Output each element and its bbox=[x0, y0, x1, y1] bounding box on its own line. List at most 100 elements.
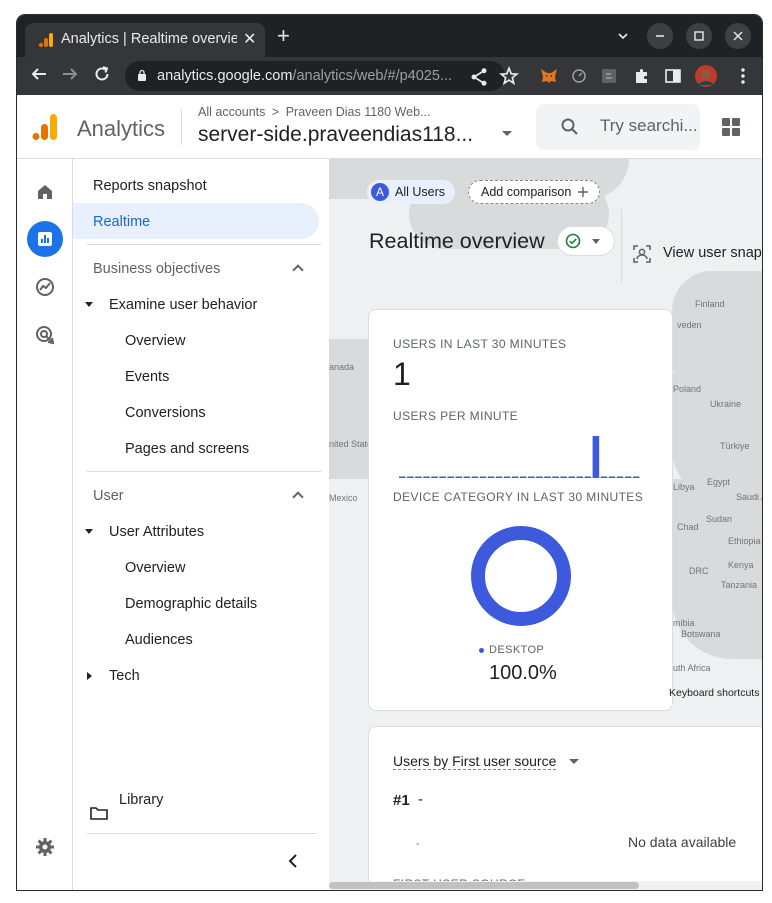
all-users-chip[interactable]: A All Users bbox=[367, 180, 456, 204]
minute-bar[interactable] bbox=[407, 476, 414, 479]
bookmark-star-icon[interactable] bbox=[499, 66, 519, 86]
horizontal-scrollbar[interactable] bbox=[329, 881, 762, 890]
explore-icon[interactable] bbox=[27, 269, 63, 305]
url-text: analytics.google.com/analytics/web/#/p40… bbox=[157, 68, 452, 84]
minute-bar[interactable] bbox=[423, 476, 430, 479]
profile-avatar[interactable] bbox=[694, 64, 718, 88]
minute-bar[interactable] bbox=[616, 476, 624, 479]
tab-search-icon[interactable] bbox=[610, 23, 636, 49]
chevron-up-icon[interactable] bbox=[292, 491, 304, 503]
desktop-donut-segment[interactable] bbox=[471, 526, 571, 626]
dimension-dropdown-icon[interactable] bbox=[569, 759, 579, 764]
maximize-icon[interactable] bbox=[686, 23, 712, 49]
nav-realtime[interactable]: Realtime bbox=[93, 214, 150, 230]
section-business-objectives[interactable]: Business objectives bbox=[93, 261, 220, 277]
minute-bar[interactable] bbox=[568, 476, 575, 479]
nav-conversions[interactable]: Conversions bbox=[125, 405, 206, 421]
expand-triangle-icon[interactable] bbox=[85, 529, 93, 534]
minute-bar[interactable] bbox=[511, 476, 519, 479]
minute-bar[interactable] bbox=[608, 476, 616, 479]
apps-grid-icon[interactable] bbox=[722, 118, 740, 136]
tab-close-icon[interactable]: ✕ bbox=[243, 29, 256, 49]
analytics-logo-icon[interactable] bbox=[31, 113, 59, 141]
desktop-percent: 100.0% bbox=[489, 662, 557, 684]
minute-bar[interactable] bbox=[592, 436, 600, 478]
minute-bar[interactable] bbox=[495, 476, 503, 479]
minute-bar[interactable] bbox=[624, 476, 632, 479]
minute-bar[interactable] bbox=[600, 476, 608, 479]
property-dropdown-icon[interactable] bbox=[502, 131, 512, 136]
nav-tech[interactable]: Tech bbox=[109, 668, 140, 684]
reload-icon[interactable] bbox=[93, 65, 111, 83]
view-user-snapshot-button[interactable]: View user snap bbox=[621, 209, 762, 283]
close-window-icon[interactable] bbox=[725, 23, 751, 49]
reports-icon[interactable] bbox=[27, 221, 63, 257]
browser-tab[interactable]: Analytics | Realtime overview ✕ bbox=[25, 23, 265, 57]
minute-bar[interactable] bbox=[399, 476, 406, 479]
grid-cell bbox=[732, 128, 740, 136]
users-per-minute-chart[interactable] bbox=[399, 432, 641, 478]
search-input[interactable]: Try searchi... bbox=[536, 104, 700, 150]
back-arrow-icon[interactable] bbox=[30, 65, 48, 83]
minute-bar[interactable] bbox=[544, 476, 551, 479]
extensions-puzzle-icon[interactable] bbox=[632, 66, 652, 86]
minute-bar[interactable] bbox=[471, 476, 479, 479]
property-selector[interactable]: server-side.praveendias118... bbox=[198, 123, 473, 147]
nav-pages-and-screens[interactable]: Pages and screens bbox=[125, 441, 249, 457]
map-label: DRC bbox=[689, 566, 709, 576]
nav-examine-user-behavior[interactable]: Examine user behavior bbox=[109, 297, 257, 313]
minute-bar[interactable] bbox=[439, 476, 446, 479]
minute-bar[interactable] bbox=[520, 476, 527, 479]
add-comparison-button[interactable]: Add comparison bbox=[468, 180, 601, 204]
settings-gear-icon[interactable] bbox=[27, 829, 63, 865]
minute-bar[interactable] bbox=[447, 476, 454, 479]
address-bar[interactable]: analytics.google.com/analytics/web/#/p40… bbox=[125, 61, 505, 91]
nav-overview[interactable]: Overview bbox=[125, 333, 185, 349]
advertising-icon[interactable] bbox=[27, 317, 63, 353]
nav-library[interactable]: Library bbox=[119, 792, 163, 808]
minute-bar[interactable] bbox=[584, 476, 592, 479]
new-tab-button[interactable]: + bbox=[277, 25, 290, 47]
minute-bar[interactable] bbox=[552, 476, 559, 479]
share-icon[interactable] bbox=[469, 67, 489, 87]
minute-bar[interactable] bbox=[536, 476, 543, 479]
minute-bar[interactable] bbox=[455, 476, 463, 479]
minute-bar[interactable] bbox=[479, 476, 487, 479]
minute-bar[interactable] bbox=[560, 476, 567, 479]
forward-arrow-icon[interactable] bbox=[61, 65, 79, 83]
minute-bar[interactable] bbox=[576, 476, 584, 479]
browser-menu-icon[interactable] bbox=[733, 66, 753, 86]
timer-extension-icon[interactable] bbox=[569, 66, 589, 86]
first-user-source-selector[interactable]: Users by First user source bbox=[393, 753, 557, 770]
nav-reports-snapshot[interactable]: Reports snapshot bbox=[93, 178, 207, 194]
nav-demographic-details[interactable]: Demographic details bbox=[125, 596, 257, 612]
nav-events[interactable]: Events bbox=[125, 369, 169, 385]
nav-user-attributes[interactable]: User Attributes bbox=[109, 524, 204, 540]
minute-bar[interactable] bbox=[632, 476, 640, 479]
nav-audiences[interactable]: Audiences bbox=[125, 632, 193, 648]
expand-triangle-icon[interactable] bbox=[87, 672, 92, 680]
minute-bar[interactable] bbox=[503, 476, 511, 479]
minute-bar[interactable] bbox=[431, 476, 438, 479]
minute-bar[interactable] bbox=[463, 476, 471, 479]
minute-bar[interactable] bbox=[487, 476, 495, 479]
minute-bar[interactable] bbox=[528, 476, 535, 479]
device-donut-chart[interactable] bbox=[470, 525, 572, 627]
minimize-icon[interactable] bbox=[647, 23, 673, 49]
collapse-chevron-icon[interactable] bbox=[287, 853, 299, 869]
seo-extension-icon[interactable] bbox=[599, 66, 619, 86]
expand-triangle-icon[interactable] bbox=[85, 302, 93, 307]
nav-overview[interactable]: Overview bbox=[125, 560, 185, 576]
comparison-letter-badge: A bbox=[371, 183, 389, 201]
metamask-extension-icon[interactable] bbox=[539, 66, 559, 86]
section-user[interactable]: User bbox=[93, 488, 124, 504]
chevron-up-icon[interactable] bbox=[292, 264, 304, 276]
map-label: Tanzania bbox=[721, 580, 758, 590]
keyboard-shortcuts-link[interactable]: Keyboard shortcuts bbox=[669, 687, 759, 699]
side-panel-icon[interactable] bbox=[663, 66, 683, 86]
home-icon[interactable] bbox=[27, 174, 63, 210]
scrollbar-thumb[interactable] bbox=[329, 882, 639, 889]
minute-bar[interactable] bbox=[415, 476, 422, 479]
data-status-button[interactable] bbox=[557, 226, 615, 256]
breadcrumb[interactable]: All accounts > Praveen Dias 1180 Web... bbox=[198, 105, 430, 119]
